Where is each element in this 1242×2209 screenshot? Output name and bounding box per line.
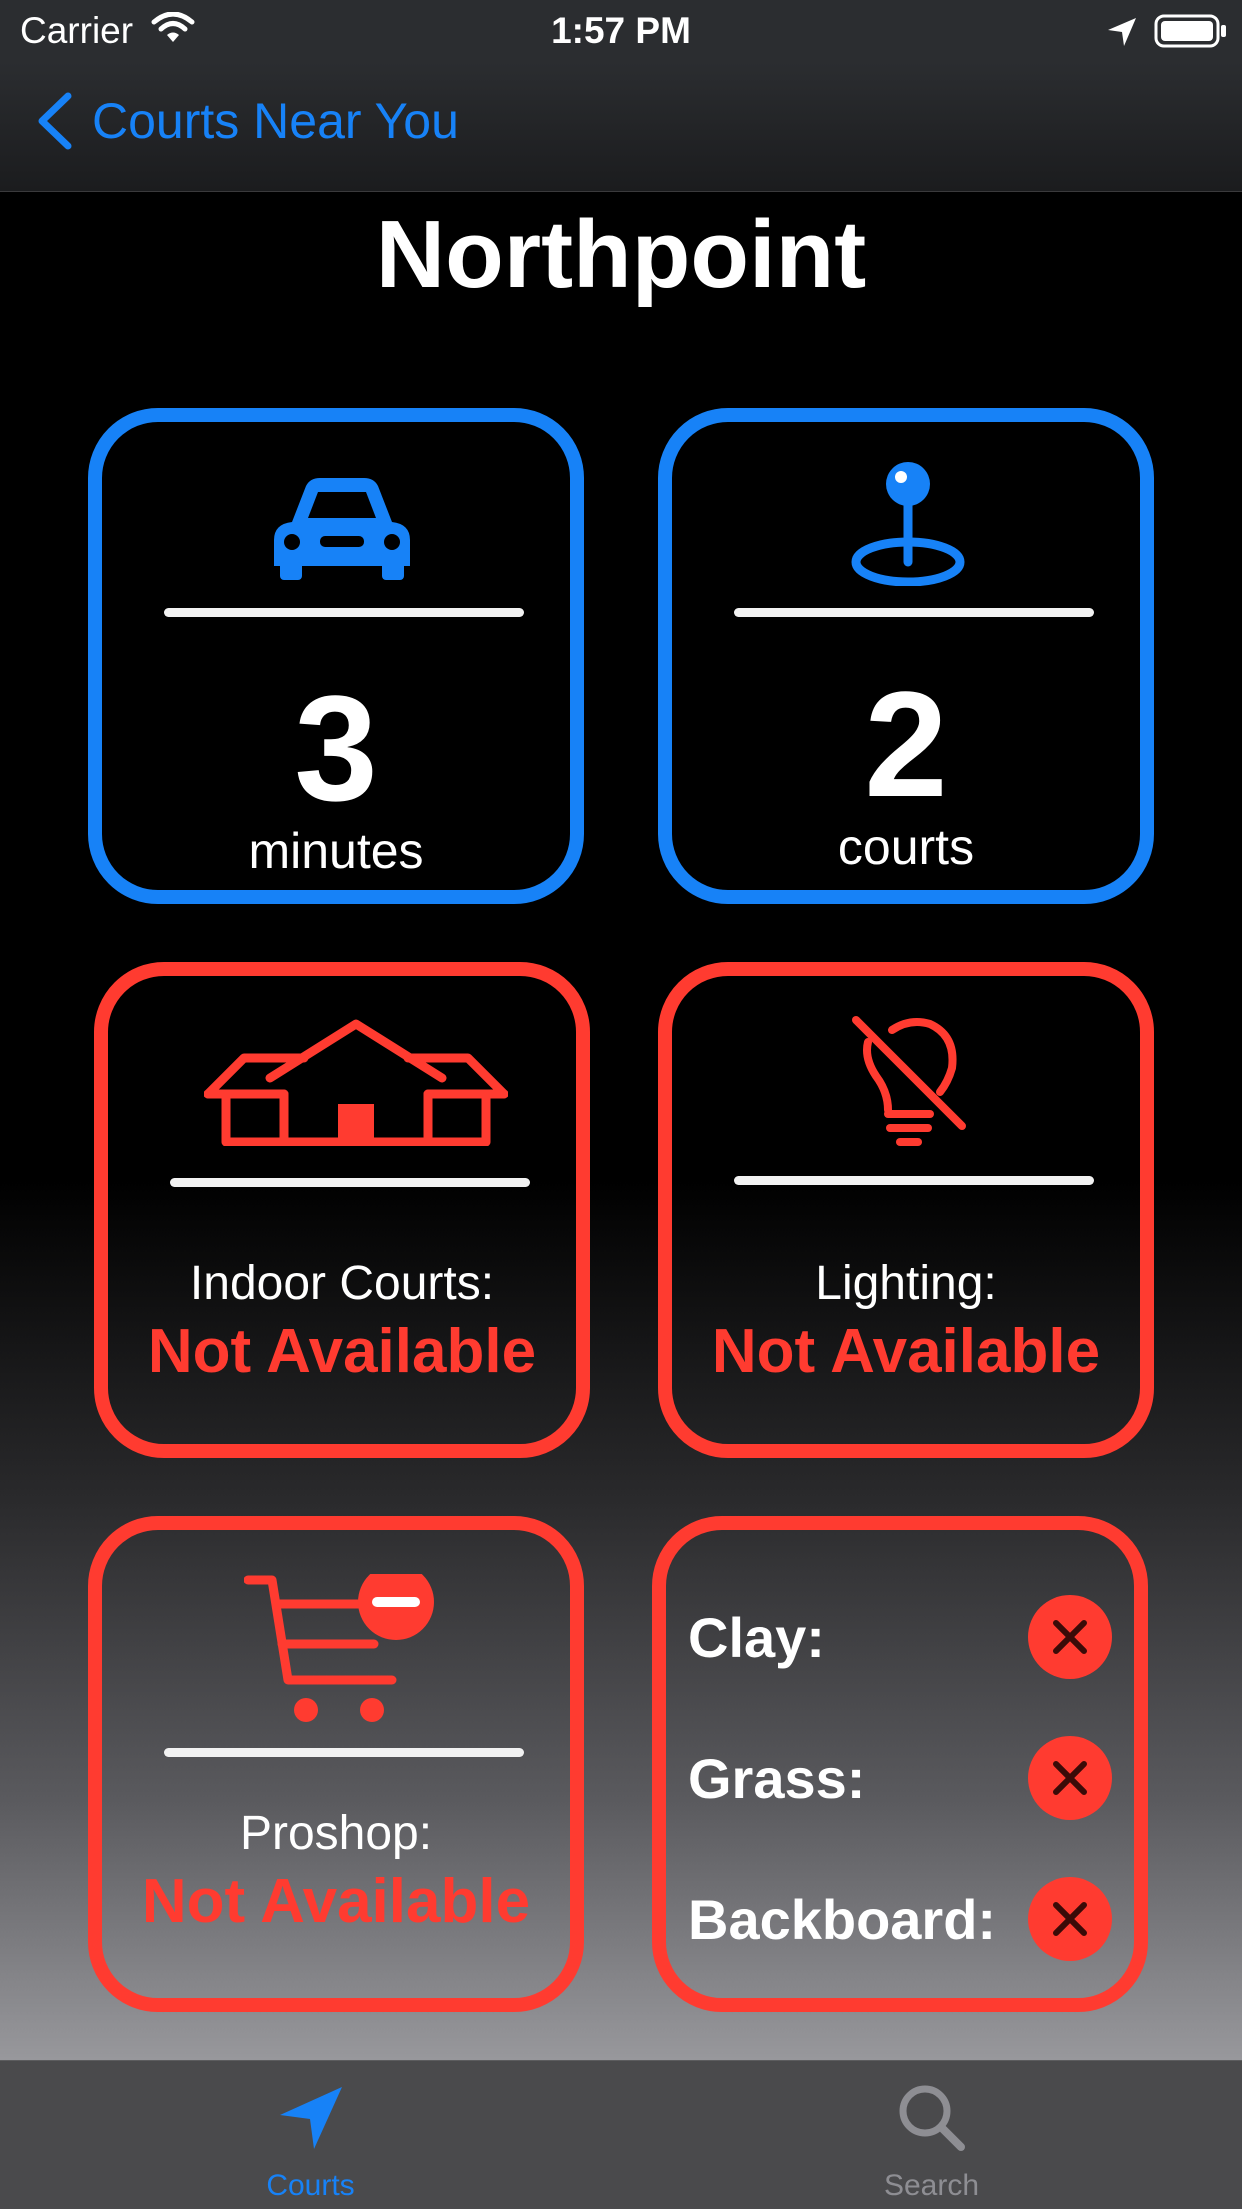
chevron-left-icon xyxy=(38,92,72,150)
lightbulb-slash-icon xyxy=(852,1016,966,1146)
status-bar: Carrier 1:57 PM xyxy=(0,0,1242,62)
back-button-label: Courts Near You xyxy=(92,93,459,149)
card-divider xyxy=(734,608,1094,617)
drive-time-unit: minutes xyxy=(248,823,424,879)
cart-minus-icon xyxy=(244,1574,434,1722)
tab-search[interactable]: Search xyxy=(621,2061,1242,2209)
tab-courts[interactable]: Courts xyxy=(0,2061,621,2209)
x-circle-icon xyxy=(1028,1595,1112,1679)
magnifier-icon xyxy=(899,2085,965,2151)
card-divider xyxy=(734,1176,1094,1185)
x-circle-icon xyxy=(1028,1736,1112,1820)
status-time: 1:57 PM xyxy=(551,10,691,51)
proshop-status: Not Available xyxy=(141,1867,531,1936)
drive-time-value: 3 xyxy=(294,664,378,832)
surfaces-card: Clay: Grass: Backboard: xyxy=(652,1516,1148,2012)
lighting-status: Not Available xyxy=(711,1317,1101,1386)
surface-row-clay: Clay: xyxy=(688,1592,1112,1682)
page-title: Northpoint xyxy=(375,201,867,308)
tab-search-label: Search xyxy=(883,2169,980,2202)
surface-label-grass: Grass: xyxy=(688,1746,866,1810)
house-icon xyxy=(204,1019,508,1146)
court-count-value: 2 xyxy=(864,660,948,828)
card-divider xyxy=(170,1178,530,1187)
location-arrow-icon xyxy=(279,2087,342,2149)
proshop-card: Proshop: Not Available xyxy=(88,1516,584,2012)
lighting-card: Lighting: Not Available xyxy=(658,962,1154,1458)
location-services-icon xyxy=(1106,16,1138,53)
car-icon xyxy=(274,478,410,580)
surface-label-clay: Clay: xyxy=(688,1605,825,1669)
map-pin-icon xyxy=(851,462,965,586)
tab-courts-label: Courts xyxy=(266,2169,355,2202)
card-divider xyxy=(164,608,524,617)
indoor-courts-card: Indoor Courts: Not Available xyxy=(94,962,590,1458)
card-divider xyxy=(164,1748,524,1757)
drive-time-card: 3 minutes xyxy=(88,408,584,904)
indoor-courts-status: Not Available xyxy=(147,1317,537,1386)
surface-row-grass: Grass: xyxy=(688,1733,1112,1823)
back-button[interactable]: Courts Near You xyxy=(36,92,459,150)
battery-icon xyxy=(1154,14,1228,53)
proshop-label: Proshop: xyxy=(239,1807,433,1860)
lighting-label: Lighting: xyxy=(815,1257,997,1310)
indoor-courts-label: Indoor Courts: xyxy=(189,1257,495,1310)
tab-bar: Courts Search xyxy=(0,2060,1242,2209)
surface-row-backboard: Backboard: xyxy=(688,1874,1112,1964)
x-circle-icon xyxy=(1028,1877,1112,1961)
surface-label-backboard: Backboard: xyxy=(688,1887,997,1951)
court-count-card: 2 courts xyxy=(658,408,1154,904)
court-count-unit: courts xyxy=(837,819,975,875)
